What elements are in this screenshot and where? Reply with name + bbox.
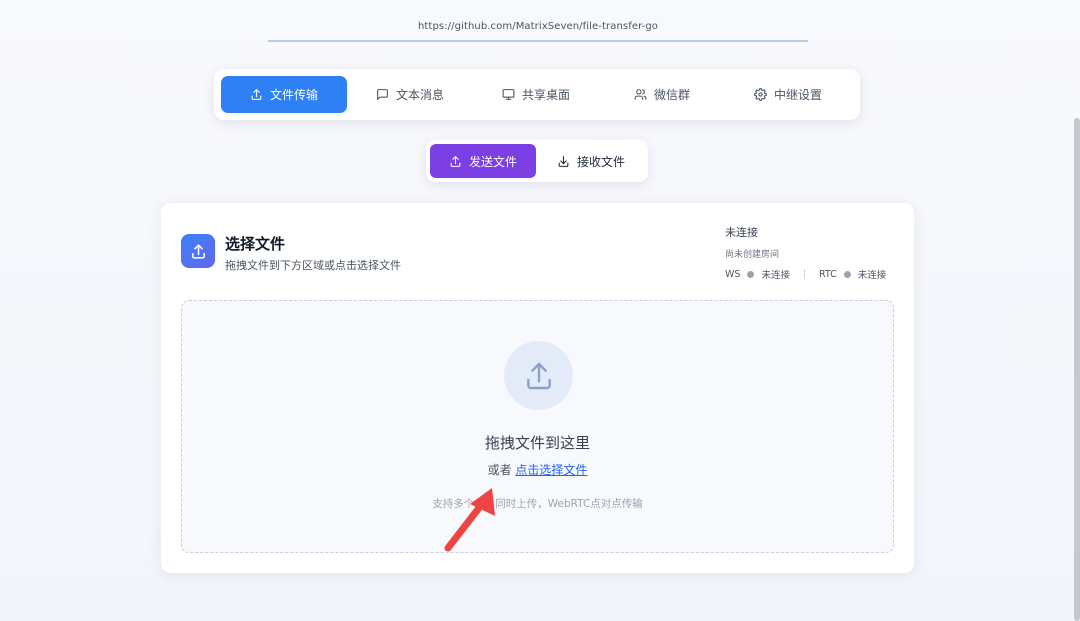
tab-label: 中继设置 xyxy=(773,88,822,102)
monitor-icon xyxy=(502,89,515,100)
message-icon xyxy=(377,89,388,100)
scrollbar[interactable] xyxy=(1074,118,1080,621)
transfer-mode-switch: 发送文件 接收文件 xyxy=(426,140,648,182)
card-subtitle: 拖拽文件到下方区域或点击选择文件 xyxy=(225,259,401,272)
file-dropzone[interactable]: 拖拽文件到这里 或者 点击选择文件 支持多个文件同时上传，WebRTC点对点传输 xyxy=(181,300,894,553)
upload-icon xyxy=(450,155,461,167)
url-text: https://github.com/MatrixSeven/file-tran… xyxy=(417,20,659,32)
upload-circle xyxy=(504,341,573,410)
tab-wechat-group[interactable]: 微信群 xyxy=(599,76,725,113)
tab-label: 微信群 xyxy=(653,88,690,102)
tab-file-transfer[interactable]: 文件传输 xyxy=(221,76,347,113)
rtc-status: 未连接 xyxy=(857,270,887,281)
divider xyxy=(803,269,805,279)
download-icon xyxy=(558,155,569,167)
tab-label: 文件传输 xyxy=(269,88,318,102)
tab-relay-settings[interactable]: 中继设置 xyxy=(725,76,851,113)
dropzone-action-line: 或者 点击选择文件 xyxy=(182,461,893,478)
rtc-label: RTC xyxy=(818,268,837,280)
or-text: 或者 xyxy=(487,463,512,477)
send-file-tab[interactable]: 发送文件 xyxy=(430,144,536,178)
connection-indicators: WS 未连接 RTC 未连接 xyxy=(725,267,887,282)
upload-icon xyxy=(251,89,262,100)
main-nav: 文件传输 文本消息 共享桌面 微信群 中继设置 xyxy=(214,69,860,120)
tab-label: 共享桌面 xyxy=(521,88,570,102)
tab-share-desktop[interactable]: 共享桌面 xyxy=(473,76,599,113)
receive-file-tab[interactable]: 接收文件 xyxy=(538,144,644,178)
connection-status: 未连接 xyxy=(725,226,758,239)
sub-tab-label: 发送文件 xyxy=(468,154,517,169)
card-title: 选择文件 xyxy=(225,235,286,253)
sub-tab-label: 接收文件 xyxy=(576,154,625,169)
url-field[interactable]: https://github.com/MatrixSeven/file-tran… xyxy=(268,12,808,42)
dropzone-hint: 支持多个文件同时上传，WebRTC点对点传输 xyxy=(432,498,643,510)
select-file-card: 选择文件 拖拽文件到下方区域或点击选择文件 未连接 尚未创建房间 WS 未连接 … xyxy=(161,203,914,573)
room-status: 尚未创建房间 xyxy=(725,250,780,260)
upload-icon xyxy=(191,243,205,259)
gear-icon xyxy=(753,88,767,101)
ws-label: WS xyxy=(725,268,741,280)
card-icon-badge xyxy=(181,234,215,268)
users-icon xyxy=(634,89,647,100)
ws-status-dot xyxy=(747,270,755,278)
ws-status: 未连接 xyxy=(761,270,790,281)
tab-text-message[interactable]: 文本消息 xyxy=(347,76,473,113)
tab-label: 文本消息 xyxy=(395,88,444,102)
dropzone-title: 拖拽文件到这里 xyxy=(484,434,590,452)
upload-icon xyxy=(526,362,551,389)
rtc-status-dot xyxy=(843,270,851,278)
choose-file-link[interactable]: 点击选择文件 xyxy=(515,463,587,477)
